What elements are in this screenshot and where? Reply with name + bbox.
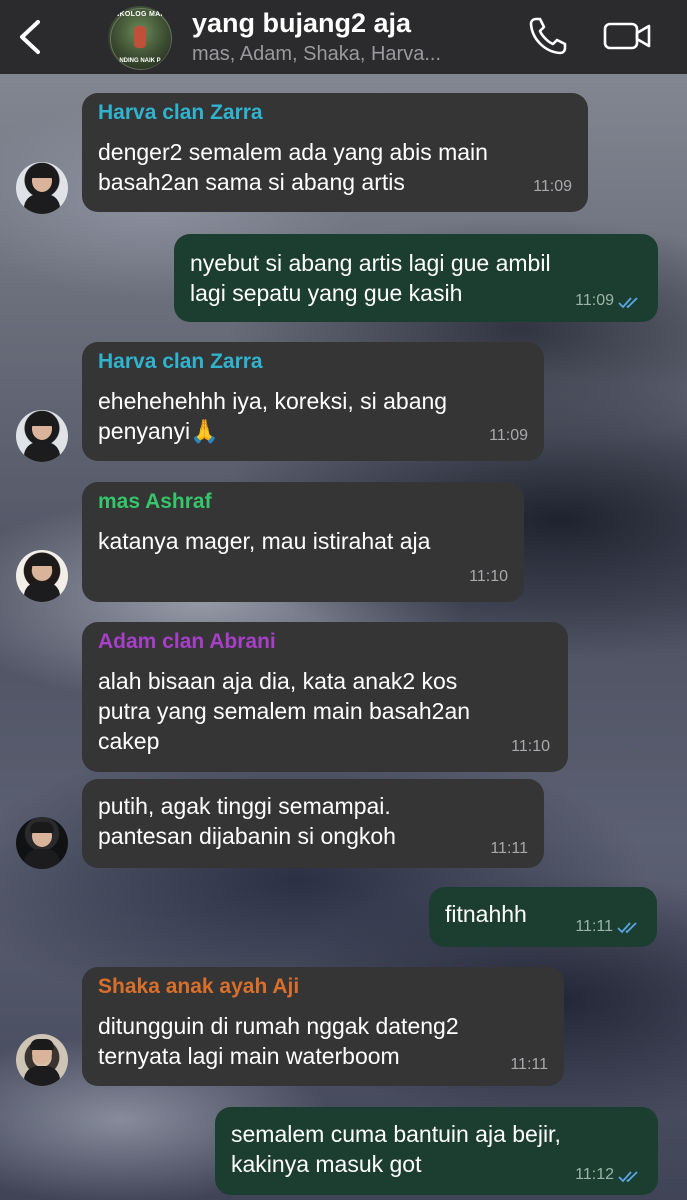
avatar-body [24,442,60,462]
message-text: lagi sepatu yang gue kasih [190,280,463,306]
back-chevron-icon[interactable] [12,14,48,60]
avatar-hair [30,415,54,426]
chat-header: NKOLOG MAH NDING NAIK P yang bujang2 aja… [0,0,687,74]
avatar-body [24,194,60,214]
incoming-message[interactable]: Adam clan Abrani alah bisaan aja dia, ka… [82,622,568,772]
group-title[interactable]: yang bujang2 aja [192,8,411,39]
message-text: putra yang semalem main basah2an [98,698,471,724]
avatar-hair [30,555,54,566]
message-text: cakep [98,728,160,754]
avatar-adam[interactable] [16,817,68,869]
avatar-hair [30,1039,54,1050]
message-time: 11:11 [510,1056,548,1073]
message-text: nyebut si abang artis lagi gue ambil [190,250,551,276]
message-text: pantesan dijabanin si ongkoh [98,823,396,849]
avatar-figure [134,26,146,48]
avatar-text-top: NKOLOG MAH [114,11,166,18]
message-time: 11:10 [469,568,508,585]
message-text: kakinya masuk got [231,1151,422,1177]
avatar-body [24,582,60,602]
message-time: 11:11 [575,918,613,935]
avatar-shaka[interactable] [16,1034,68,1086]
avatar-body [24,1066,60,1086]
avatar-text-bottom: NDING NAIK P [119,58,161,64]
incoming-message[interactable]: mas Ashraf katanya mager, mau istirahat … [82,482,524,602]
video-camera-icon[interactable] [602,18,652,54]
message-text: ditungguin di rumah nggak dateng2 [98,1013,459,1039]
message-time: 11:09 [489,427,528,444]
message-time: 11:11 [490,840,528,857]
avatar-harva[interactable] [16,410,68,462]
message-text: alah bisaan aja dia, kata anak2 kos [98,668,458,694]
avatar-body [24,849,60,869]
incoming-message[interactable]: putih, agak tinggi semampai. pantesan di… [82,779,544,868]
avatar-hair [30,167,54,178]
read-ticks-icon [618,297,638,309]
incoming-message[interactable]: Shaka anak ayah Aji ditungguin di rumah … [82,967,564,1086]
message-text: semalem cuma bantuin aja bejir, [231,1121,561,1147]
group-avatar[interactable]: NKOLOG MAH NDING NAIK P [108,6,172,70]
phone-icon[interactable] [526,14,570,58]
message-time: 11:10 [511,738,550,755]
message-time: 11:09 [575,292,614,309]
read-ticks-icon [618,1171,638,1183]
outgoing-message[interactable]: fitnahhh 11:11 [429,887,657,947]
group-members[interactable]: mas, Adam, Shaka, Harva... [192,43,512,66]
message-time: 11:09 [533,178,572,195]
sender-name: Shaka anak ayah Aji [98,975,300,998]
message-text: penyanyi🙏 [98,418,219,444]
sender-name: mas Ashraf [98,490,212,513]
avatar-ashraf[interactable] [16,550,68,602]
avatar-hair [30,822,54,833]
message-text: katanya mager, mau istirahat aja [98,528,431,554]
message-text: denger2 semalem ada yang abis main [98,139,488,165]
incoming-message[interactable]: Harva clan Zarra ehehehehhh iya, koreksi… [82,342,544,461]
message-text: putih, agak tinggi semampai. [98,793,391,819]
outgoing-message[interactable]: semalem cuma bantuin aja bejir, kakinya … [215,1107,658,1195]
message-text: ehehehehhh iya, koreksi, si abang [98,388,448,414]
message-time: 11:12 [575,1166,614,1183]
message-text: basah2an sama si abang artis [98,169,405,195]
sender-name: Harva clan Zarra [98,101,263,124]
incoming-message[interactable]: Harva clan Zarra denger2 semalem ada yan… [82,93,588,212]
message-text: ternyata lagi main waterboom [98,1043,400,1069]
message-text: fitnahhh [445,901,527,927]
avatar-harva[interactable] [16,162,68,214]
outgoing-message[interactable]: nyebut si abang artis lagi gue ambil lag… [174,234,658,322]
sender-name: Harva clan Zarra [98,350,263,373]
sender-name: Adam clan Abrani [98,630,276,653]
read-ticks-icon [617,922,637,934]
